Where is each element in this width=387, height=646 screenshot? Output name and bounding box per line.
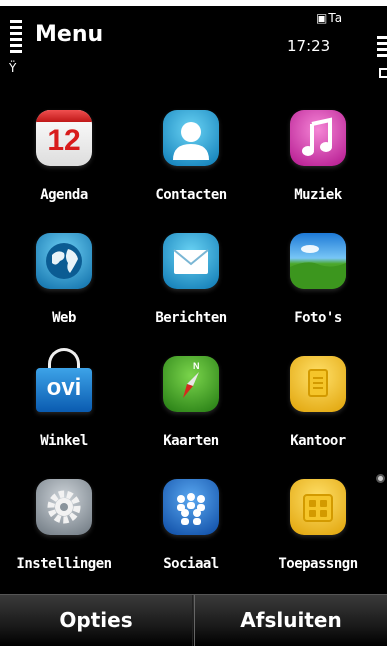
music-note-icon <box>290 110 346 166</box>
calendar-alert-icon: ▣ <box>316 11 329 25</box>
app-label: Kaarten <box>163 433 219 449</box>
status-bar: Ÿ Menu ▣Ta 17:23 <box>0 6 387 86</box>
app-label: Muziek <box>294 187 342 203</box>
app-winkel[interactable]: ovi Winkel <box>3 346 123 456</box>
app-fotos[interactable]: Foto's <box>257 223 377 333</box>
keyboard-icon: Ta <box>328 11 344 25</box>
app-label: Web <box>52 310 76 326</box>
app-kantoor[interactable]: Kantoor <box>257 346 377 456</box>
battery-body-icon <box>379 68 387 78</box>
exit-softkey[interactable]: Afsluiten <box>194 595 387 646</box>
app-toepassngn[interactable]: Toepassngn <box>257 469 377 579</box>
antenna-icon: Ÿ <box>9 61 17 75</box>
envelope-icon <box>163 233 219 289</box>
app-label: Toepassngn <box>278 556 358 572</box>
app-label: Contacten <box>155 187 227 203</box>
softkey-bar: Opties Afsluiten <box>0 594 387 646</box>
home-menu-screen: Ÿ Menu ▣Ta 17:23 12 Agenda Contacten Muz… <box>0 0 387 646</box>
app-kaarten[interactable]: N Kaarten <box>130 346 250 456</box>
apps-folder-icon <box>290 479 346 535</box>
signal-strength-icon <box>10 20 22 54</box>
app-instellingen[interactable]: Instellingen <box>3 469 123 579</box>
app-label: Foto's <box>294 310 342 326</box>
app-label: Kantoor <box>290 433 346 449</box>
app-label: Sociaal <box>163 556 219 572</box>
app-berichten[interactable]: Berichten <box>130 223 250 333</box>
battery-icon <box>377 36 387 60</box>
ovi-store-bag-icon: ovi <box>36 368 92 412</box>
app-web[interactable]: Web <box>3 223 123 333</box>
page-title: Menu <box>35 22 104 47</box>
app-muziek[interactable]: Muziek <box>257 100 377 210</box>
compass-letter: N <box>193 361 200 371</box>
notification-icons: ▣Ta <box>316 11 343 25</box>
calendar-icon: 12 <box>36 110 92 166</box>
app-label: Agenda <box>40 187 88 203</box>
app-agenda[interactable]: 12 Agenda <box>3 100 123 210</box>
globe-icon <box>36 233 92 289</box>
landscape-photo-icon <box>290 233 346 289</box>
app-label: Berichten <box>155 310 227 326</box>
app-contacten[interactable]: Contacten <box>130 100 250 210</box>
scroll-indicator[interactable] <box>376 474 385 483</box>
calendar-date: 12 <box>47 124 81 157</box>
app-label: Instellingen <box>16 556 112 572</box>
compass-icon: N <box>163 356 219 412</box>
people-icon <box>163 479 219 535</box>
options-softkey[interactable]: Opties <box>0 595 193 646</box>
contacts-icon <box>163 110 219 166</box>
clock: 17:23 <box>287 37 331 55</box>
app-sociaal[interactable]: Sociaal <box>130 469 250 579</box>
app-label: Winkel <box>40 433 88 449</box>
ovi-logo: ovi <box>46 374 82 401</box>
gear-icon <box>36 479 92 535</box>
office-folder-icon <box>290 356 346 412</box>
